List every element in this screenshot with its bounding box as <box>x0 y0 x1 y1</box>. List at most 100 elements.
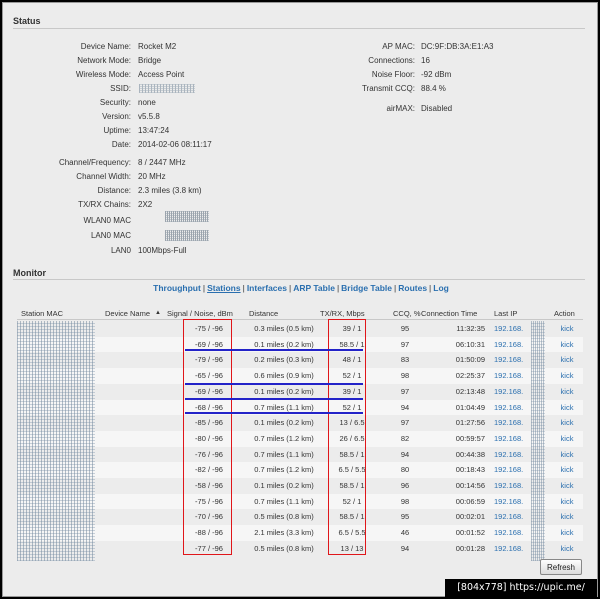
status-row: Date: 2014-02-06 08:11:17 <box>13 139 263 151</box>
kick-link[interactable]: kick <box>561 528 574 537</box>
cell-action: kick <box>554 431 580 447</box>
cell-distance: 0.7 miles (1.2 km) <box>254 465 314 475</box>
kick-link[interactable]: kick <box>561 355 574 364</box>
mac-redaction <box>165 211 209 222</box>
status-label: WLAN0 MAC <box>83 216 131 225</box>
status-row: Wireless Mode: Access Point <box>13 69 263 81</box>
status-value: DC:9F:DB:3A:E1:A3 <box>421 42 494 51</box>
status-label: Noise Floor: <box>371 70 415 79</box>
cell-ccq: 94 <box>400 543 410 553</box>
table-row: -82 / -96 0.7 miles (1.2 km) 6.5 / 5.5 80 00… <box>17 462 583 478</box>
cell-ccq: 95 <box>400 512 410 522</box>
cell-action: kick <box>554 525 580 541</box>
col-ccq[interactable]: CCQ, % <box>393 308 421 319</box>
refresh-button[interactable]: Refresh <box>540 559 582 575</box>
blue-annotation-line-1 <box>185 349 363 351</box>
kick-link[interactable]: kick <box>561 481 574 490</box>
cell-distance: 0.1 miles (0.2 km) <box>254 481 314 490</box>
cell-ccq: 83 <box>400 355 410 365</box>
kick-link[interactable]: kick <box>561 324 574 333</box>
tab-routes[interactable]: Routes <box>398 283 427 293</box>
tab-arp-table[interactable]: ARP Table <box>293 283 335 293</box>
cell-distance: 2.1 miles (3.3 km) <box>254 528 314 538</box>
cell-ip: 192.168. <box>494 402 524 412</box>
cell-time: 01:27:56 <box>455 418 485 428</box>
status-value: Bridge <box>138 56 162 65</box>
kick-link[interactable]: kick <box>561 544 574 553</box>
status-label: Security: <box>99 98 131 107</box>
table-row: -58 / -96 0.1 miles (0.2 km) 58.5 / 1 96 00:… <box>17 478 583 494</box>
col-station-mac[interactable]: Station MAC <box>21 308 63 319</box>
tab-interfaces[interactable]: Interfaces <box>247 283 287 293</box>
cell-ccq: 46 <box>400 528 410 538</box>
cell-ccq: 97 <box>400 386 410 396</box>
status-value: 13:47:24 <box>138 126 170 135</box>
tab-throughput[interactable]: Throughput <box>153 283 201 293</box>
cell-time: 00:02:01 <box>455 512 485 522</box>
cell-time: 01:04:49 <box>455 402 485 412</box>
cell-time: 00:14:56 <box>455 481 485 490</box>
status-row: Channel Width: 20 MHz <box>13 171 263 183</box>
status-row: WLAN0 MAC <box>13 211 263 227</box>
table-row: -70 / -96 0.5 miles (0.8 km) 58.5 / 1 95 00:… <box>17 509 583 525</box>
kick-link[interactable]: kick <box>561 371 574 380</box>
col-signal-noise[interactable]: Signal / Noise, dBm <box>167 308 233 319</box>
tab-separator: | <box>429 283 432 293</box>
kick-link[interactable]: kick <box>561 434 574 443</box>
status-row: Connections: 16 <box>303 55 593 67</box>
status-label: LAN0 MAC <box>90 231 131 240</box>
tab-separator: | <box>288 283 292 293</box>
cell-ip: 192.168. <box>494 339 524 349</box>
cell-ip: 192.168. <box>494 324 524 333</box>
cell-distance: 0.5 miles (0.8 km) <box>254 512 314 522</box>
tab-separator: | <box>336 283 340 293</box>
cell-action: kick <box>554 384 580 400</box>
sort-ascending-icon[interactable]: ▲ <box>155 308 161 319</box>
status-value: v5.5.8 <box>138 112 160 121</box>
cell-time: 01:50:09 <box>455 355 485 365</box>
tab-separator: | <box>394 283 397 293</box>
tab-bridge-table[interactable]: Bridge Table <box>341 283 392 293</box>
cell-action: kick <box>554 337 580 353</box>
cell-ip: 192.168. <box>494 433 524 443</box>
status-row: Uptime: 13:47:24 <box>13 125 263 137</box>
cell-ccq: 98 <box>400 496 410 506</box>
col-txrx[interactable]: TX/RX, Mbps <box>320 308 365 319</box>
signal-highlight-box <box>183 319 232 555</box>
kick-link[interactable]: kick <box>561 340 574 349</box>
col-last-ip[interactable]: Last IP <box>494 308 517 319</box>
col-distance[interactable]: Distance <box>249 308 278 319</box>
status-value: Rocket M2 <box>138 42 177 51</box>
kick-link[interactable]: kick <box>561 450 574 459</box>
tab-stations[interactable]: Stations <box>207 283 241 293</box>
status-row: Network Mode: Bridge <box>13 55 263 67</box>
status-value: Disabled <box>421 104 453 113</box>
col-action[interactable]: Action <box>554 308 575 319</box>
status-label: AP MAC: <box>382 42 415 51</box>
status-row: TX/RX Chains: 2X2 <box>13 199 263 211</box>
status-label: Wireless Mode: <box>75 70 131 79</box>
cell-action: kick <box>554 400 580 416</box>
cell-ip: 192.168. <box>494 528 524 538</box>
col-connection-time[interactable]: Connection Time <box>421 308 477 319</box>
kick-link[interactable]: kick <box>561 465 574 474</box>
table-row: -65 / -96 0.6 miles (0.9 km) 52 / 1 98 02:25… <box>17 368 583 384</box>
kick-link[interactable]: kick <box>561 418 574 427</box>
status-row: SSID: <box>13 83 263 95</box>
cell-ccq: 98 <box>400 371 410 381</box>
kick-link[interactable]: kick <box>561 497 574 506</box>
tab-log[interactable]: Log <box>433 283 449 293</box>
cell-action: kick <box>554 447 580 463</box>
table-row: -77 / -96 0.5 miles (0.8 km) 13 / 13 94 00:0… <box>17 541 583 557</box>
kick-link[interactable]: kick <box>561 403 574 412</box>
cell-ip: 192.168. <box>494 449 524 459</box>
status-label: Uptime: <box>103 126 131 135</box>
monitor-divider <box>13 279 585 280</box>
kick-link[interactable]: kick <box>561 387 574 396</box>
cell-ccq: 96 <box>400 481 410 490</box>
kick-link[interactable]: kick <box>561 512 574 521</box>
col-device-name[interactable]: Device Name <box>105 308 150 319</box>
txrx-highlight-box <box>328 319 366 555</box>
status-label: Device Name: <box>80 42 131 51</box>
cell-ip: 192.168. <box>494 543 524 553</box>
